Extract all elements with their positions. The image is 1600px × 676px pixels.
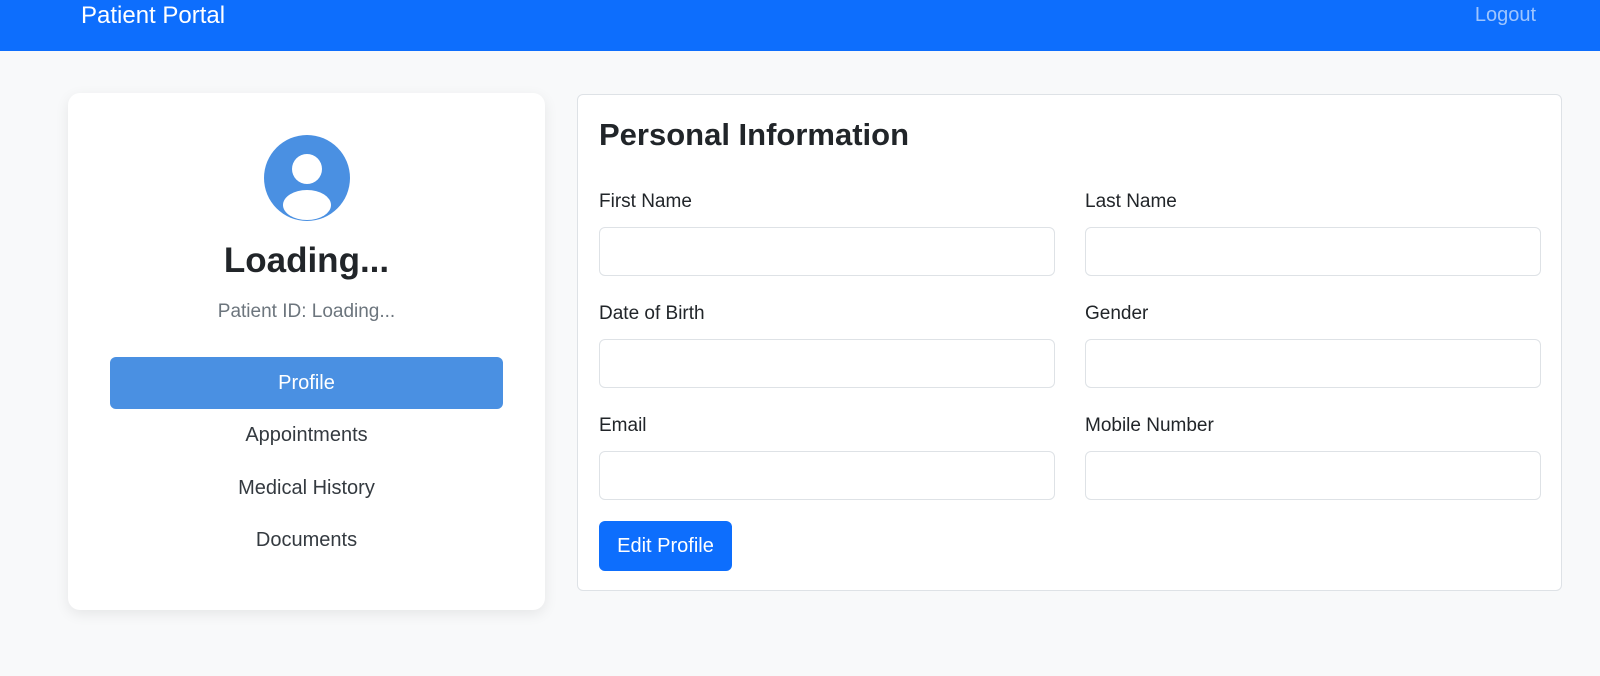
first-name-input[interactable] [599, 227, 1055, 276]
last-name-label: Last Name [1085, 191, 1177, 212]
profile-sidebar-card: Loading... Patient ID: Loading... Profil… [68, 93, 545, 610]
sidebar-item-profile[interactable]: Profile [110, 357, 503, 409]
logout-link[interactable]: Logout [1475, 4, 1536, 27]
mobile-label: Mobile Number [1085, 415, 1214, 436]
personal-info-card: Personal Information First Name Last Nam… [577, 94, 1562, 591]
dob-label: Date of Birth [599, 303, 705, 324]
dob-input[interactable] [599, 339, 1055, 388]
sidebar-item-appointments[interactable]: Appointments [110, 409, 503, 461]
patient-name: Loading... [223, 241, 390, 280]
top-navbar: Patient Portal Logout [0, 0, 1600, 51]
sidebar-item-documents[interactable]: Documents [110, 514, 503, 566]
sidebar-item-medical-history[interactable]: Medical History [110, 462, 503, 514]
mobile-input[interactable] [1085, 451, 1541, 500]
last-name-input[interactable] [1085, 227, 1541, 276]
patient-id: Patient ID: Loading... [217, 301, 396, 322]
first-name-label: First Name [599, 191, 692, 212]
email-label: Email [599, 415, 647, 436]
email-input[interactable] [599, 451, 1055, 500]
section-title: Personal Information [599, 117, 910, 152]
brand-link[interactable]: Patient Portal [81, 2, 225, 30]
gender-label: Gender [1085, 303, 1149, 324]
gender-input[interactable] [1085, 339, 1541, 388]
edit-profile-button[interactable]: Edit Profile [599, 521, 732, 571]
user-circle-icon [264, 135, 350, 221]
